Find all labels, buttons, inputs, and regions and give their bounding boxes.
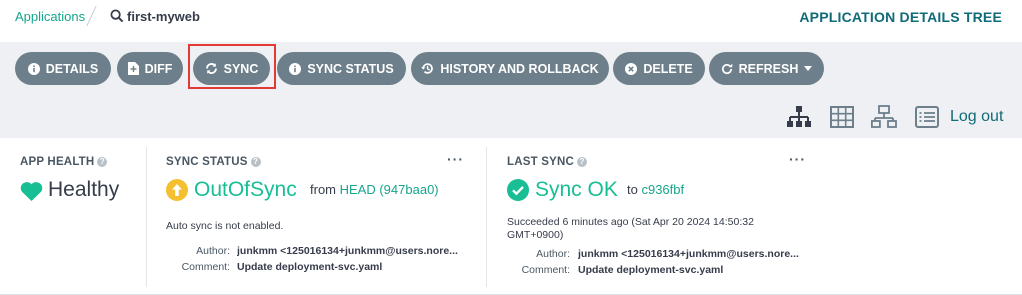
last-sync-status: Sync OK xyxy=(535,178,618,201)
app-health-label: APP HEALTH xyxy=(20,156,95,168)
last-sync-time: Succeeded 6 minutes ago (Sat Apr 20 2024… xyxy=(507,216,754,228)
history-rollback-button[interactable]: HISTORY AND ROLLBACK xyxy=(411,52,609,85)
sync-status-menu[interactable]: ··· xyxy=(447,151,464,167)
info-icon xyxy=(289,62,302,75)
author-value: junkmm <125016134+junkmm@users.nore... xyxy=(237,245,458,257)
breadcrumb-applications-link[interactable]: Applications xyxy=(15,9,85,24)
comment-value: Update deployment-svc.yaml xyxy=(578,264,724,276)
details-button[interactable]: DETAILS xyxy=(15,52,111,85)
sync-status-label: SYNC STATUS xyxy=(166,156,248,168)
last-sync-time-tz: GMT+0900) xyxy=(507,229,564,241)
breadcrumb-current-app: first-myweb xyxy=(127,9,200,24)
panel-divider xyxy=(146,147,147,287)
refresh-button-label: REFRESH xyxy=(738,61,799,76)
grid-view-icon[interactable] xyxy=(829,105,855,129)
history-icon xyxy=(421,63,434,74)
to-text: to c936fbf xyxy=(627,182,685,197)
diff-button[interactable]: DIFF xyxy=(117,52,183,85)
app-health-heading: APP HEALTH? xyxy=(20,156,108,168)
sync-status-value: OutOfSync xyxy=(194,178,297,201)
top-bar: Applications first-myweb APPLICATION DET… xyxy=(0,0,1022,36)
file-diff-icon xyxy=(127,62,139,75)
logout-link[interactable]: Log out xyxy=(950,108,1003,126)
arrow-up-circle-icon xyxy=(166,179,188,201)
help-icon[interactable]: ? xyxy=(97,157,108,167)
sync-revision-link[interactable]: HEAD (947baa0) xyxy=(340,182,439,197)
sync-button-label: SYNC xyxy=(223,61,259,76)
author-label: Author: xyxy=(196,245,230,257)
details-button-label: DETAILS xyxy=(45,61,99,76)
network-view-icon[interactable] xyxy=(871,105,897,129)
list-view-icon[interactable] xyxy=(914,105,940,129)
sync-status-button[interactable]: SYNC STATUS xyxy=(277,52,406,85)
author-label: Author: xyxy=(536,248,570,260)
check-circle-icon xyxy=(507,179,529,201)
from-text: from HEAD (947baa0) xyxy=(310,182,439,197)
delete-button-label: DELETE xyxy=(643,61,693,76)
delete-button[interactable]: DELETE xyxy=(613,52,705,85)
sync-button[interactable]: SYNC xyxy=(193,52,270,85)
last-sync-label: LAST SYNC xyxy=(507,156,574,168)
app-health-status: Healthy xyxy=(48,178,120,201)
last-sync-menu[interactable]: ··· xyxy=(789,151,806,167)
auto-sync-note: Auto sync is not enabled. xyxy=(166,220,284,232)
heart-icon xyxy=(20,182,43,201)
help-icon[interactable]: ? xyxy=(576,157,587,167)
info-icon xyxy=(27,62,40,75)
sync-icon xyxy=(205,63,217,74)
sync-status-heading: SYNC STATUS? xyxy=(166,156,261,168)
diff-button-label: DIFF xyxy=(144,61,173,76)
last-sync-heading: LAST SYNC? xyxy=(507,156,587,168)
help-icon[interactable]: ? xyxy=(250,157,261,167)
comment-label: Comment: xyxy=(181,261,230,273)
page-title: APPLICATION DETAILS TREE xyxy=(799,9,1002,25)
refresh-icon xyxy=(721,63,732,74)
breadcrumb-separator xyxy=(86,5,97,27)
history-rollback-button-label: HISTORY AND ROLLBACK xyxy=(440,61,599,76)
search-icon[interactable] xyxy=(110,9,124,23)
refresh-button[interactable]: REFRESH xyxy=(709,52,824,85)
last-sync-revision-link[interactable]: c936fbf xyxy=(641,182,684,197)
comment-value: Update deployment-svc.yaml xyxy=(237,261,383,273)
comment-label: Comment: xyxy=(521,264,570,276)
panel-divider xyxy=(486,147,487,287)
author-value: junkmm <125016134+junkmm@users.nore... xyxy=(578,248,799,260)
tree-view-icon[interactable] xyxy=(786,105,812,129)
delete-icon xyxy=(625,62,638,75)
sync-status-button-label: SYNC STATUS xyxy=(307,61,394,76)
caret-down-icon xyxy=(804,65,813,71)
